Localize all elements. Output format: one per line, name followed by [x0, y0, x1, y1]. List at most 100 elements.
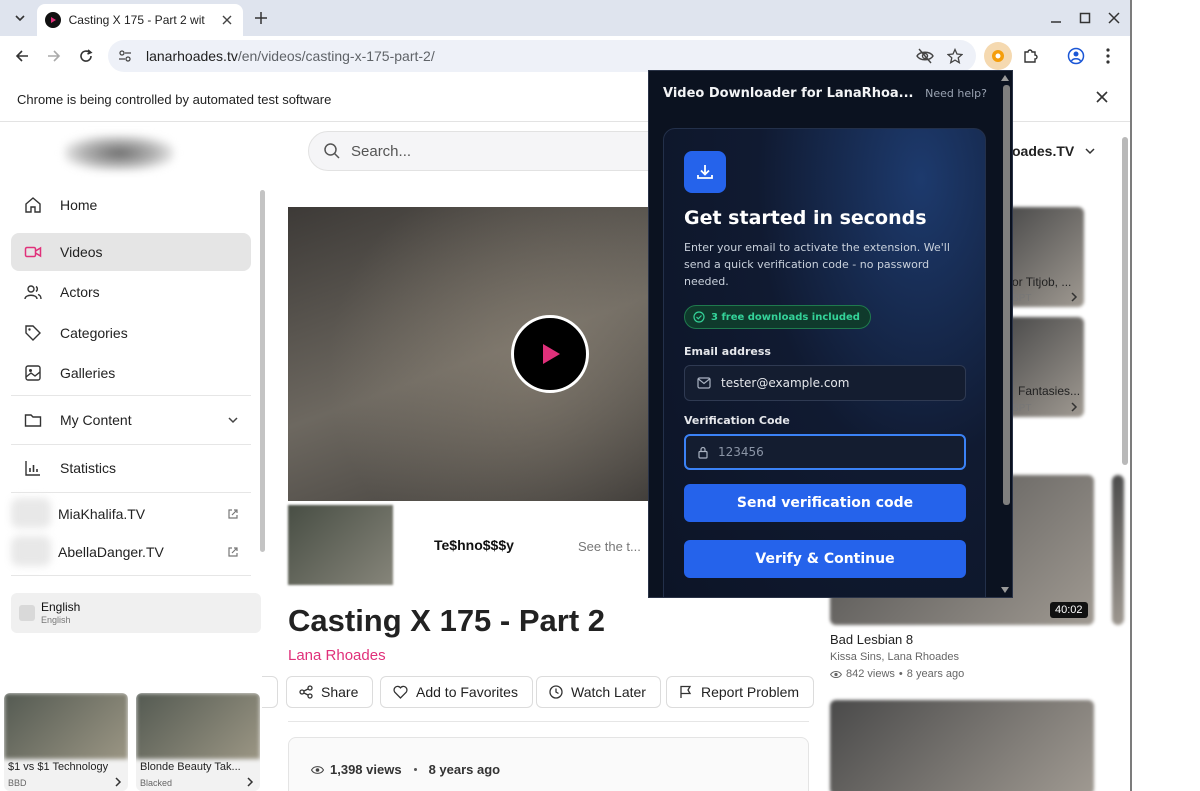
ad-title: Te$hno$$$y: [434, 537, 514, 553]
play-button[interactable]: [511, 315, 589, 393]
clock-icon: [549, 685, 563, 699]
related-thumbnail[interactable]: [1112, 475, 1124, 625]
url-text: lanarhoades.tv/en/videos/casting-x-175-p…: [146, 48, 435, 64]
infobar-close-icon[interactable]: [1096, 91, 1112, 107]
mail-icon: [697, 377, 711, 389]
verification-code-field[interactable]: 123456: [684, 434, 966, 470]
sidebar-item-label: AbellaDanger.TV: [58, 544, 164, 560]
image-icon: [23, 363, 43, 383]
sidebar-item-galleries[interactable]: Galleries: [11, 354, 251, 392]
forward-icon[interactable]: [42, 44, 66, 68]
extension-scrollbar[interactable]: [1003, 85, 1010, 505]
related-title[interactable]: or Titjob, ...: [1012, 275, 1071, 289]
chevron-right-icon: [1071, 292, 1078, 302]
ad-link[interactable]: See the t...: [578, 539, 641, 554]
code-label: Verification Code: [684, 414, 790, 427]
sidebar-item-abelladanger[interactable]: AbellaDanger.TV: [11, 533, 251, 571]
sidebar-scrollbar[interactable]: [260, 190, 265, 552]
site-logo[interactable]: [64, 135, 174, 171]
sidebar-item-categories[interactable]: Categories: [11, 314, 251, 352]
reload-icon[interactable]: [74, 44, 98, 68]
search-icon: [323, 142, 341, 160]
verify-continue-button[interactable]: Verify & Continue: [684, 540, 966, 578]
close-window-icon[interactable]: [1106, 10, 1122, 26]
badge-label: 3 free downloads included: [711, 311, 860, 323]
related-view-count: 842 views: [846, 668, 895, 680]
scroll-down-icon[interactable]: [1001, 587, 1009, 593]
users-icon: [23, 282, 43, 302]
related-title[interactable]: Fantasies...: [1018, 384, 1080, 398]
page-scrollbar[interactable]: [1122, 137, 1128, 465]
extension-active-icon[interactable]: [984, 42, 1012, 70]
home-icon: [23, 195, 43, 215]
watch-later-button[interactable]: Watch Later: [536, 676, 661, 708]
tab-search-icon[interactable]: [8, 6, 32, 30]
extensions-puzzle-icon[interactable]: [1016, 42, 1044, 70]
flag-icon: [19, 605, 35, 621]
related-studio: SPT: [1012, 403, 1032, 414]
profile-icon[interactable]: [1062, 42, 1090, 70]
sidebar-item-actors[interactable]: Actors: [11, 273, 251, 311]
eye-off-icon[interactable]: [916, 47, 934, 65]
sidebar-item-label: Videos: [60, 244, 103, 260]
search-placeholder: Search...: [351, 142, 412, 160]
play-icon: [543, 344, 560, 364]
tab-strip: Casting X 175 - Part 2 wit: [0, 0, 1132, 36]
new-tab-icon[interactable]: [250, 7, 272, 29]
tab-close-icon[interactable]: [219, 12, 235, 28]
site-search-input[interactable]: Search...: [308, 131, 668, 171]
sidebar-divider: [11, 575, 251, 576]
url-path: /en/videos/casting-x-175-part-2/: [237, 48, 435, 64]
related-studio: SPT: [1012, 293, 1032, 304]
help-link[interactable]: Need help?: [925, 87, 987, 100]
infobar-message: Chrome is being controlled by automated …: [17, 92, 332, 107]
hidden-action-button[interactable]: [262, 676, 278, 708]
duration-badge: 40:02: [1050, 602, 1088, 618]
related-thumbnail[interactable]: [830, 700, 1094, 791]
heart-icon: [393, 685, 408, 699]
card-studio: Blacked: [140, 778, 173, 788]
onboarding-card: Get started in seconds Enter your email …: [663, 128, 986, 597]
related-views: 842 views • 8 years ago: [830, 668, 964, 680]
ad-image: [288, 505, 393, 585]
email-label: Email address: [684, 345, 771, 358]
back-icon[interactable]: [10, 44, 34, 68]
video-actor-link[interactable]: Lana Rhoades: [288, 647, 386, 664]
sidebar-item-statistics[interactable]: Statistics: [11, 449, 251, 487]
scroll-up-icon[interactable]: [1001, 75, 1009, 81]
chevron-right-icon: [115, 777, 122, 787]
bookmark-star-icon[interactable]: [946, 47, 964, 65]
extension-title: Video Downloader for LanaRhoa...: [663, 85, 913, 101]
code-placeholder: 123456: [718, 445, 764, 459]
sidebar-item-miakhalifa[interactable]: MiaKhalifa.TV: [11, 495, 251, 533]
address-bar[interactable]: lanarhoades.tv/en/videos/casting-x-175-p…: [108, 40, 976, 72]
sidebar-item-home[interactable]: Home: [11, 186, 251, 224]
bottom-video-card[interactable]: Blonde Beauty Tak... Blacked: [136, 693, 260, 791]
sidebar-item-videos[interactable]: Videos: [11, 233, 251, 271]
add-to-favorites-button[interactable]: Add to Favorites: [380, 676, 533, 708]
active-tab[interactable]: Casting X 175 - Part 2 wit: [37, 4, 243, 36]
video-stats: 1,398 views 8 years ago: [311, 762, 500, 777]
language-selector[interactable]: English English: [11, 593, 261, 633]
download-icon: [684, 151, 726, 193]
send-code-button[interactable]: Send verification code: [684, 484, 966, 522]
maximize-icon[interactable]: [1077, 10, 1093, 26]
report-label: Report Problem: [701, 684, 800, 700]
menu-kebab-icon[interactable]: [1094, 42, 1122, 70]
sidebar-item-label: Statistics: [60, 460, 117, 476]
related-title[interactable]: Bad Lesbian 8: [830, 632, 913, 647]
site-switcher-label: oades.TV: [1012, 143, 1075, 159]
bottom-video-card[interactable]: $1 vs $1 Technology BBD: [4, 693, 128, 791]
sidebar-item-label: Actors: [60, 284, 100, 300]
report-problem-button[interactable]: Report Problem: [666, 676, 815, 708]
language-native: English: [41, 615, 71, 625]
sidebar-item-my-content[interactable]: My Content: [11, 401, 251, 439]
site-info-icon[interactable]: [116, 47, 134, 65]
check-circle-icon: [693, 311, 705, 323]
share-button[interactable]: Share: [286, 676, 374, 708]
folder-icon: [23, 410, 43, 430]
email-field[interactable]: tester@example.com: [684, 365, 966, 401]
site-switcher[interactable]: oades.TV: [1012, 143, 1096, 159]
minimize-icon[interactable]: [1048, 10, 1064, 26]
card-studio: BBD: [8, 778, 27, 788]
